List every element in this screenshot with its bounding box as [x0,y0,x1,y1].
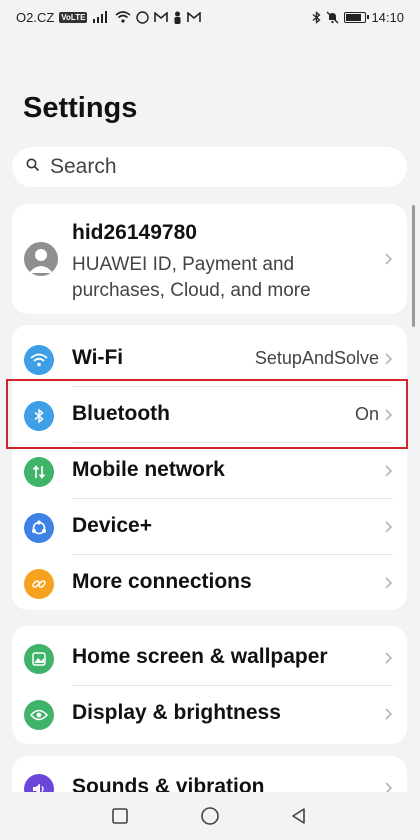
search-icon [26,158,40,177]
gmail-icon [154,11,169,23]
battery-icon [344,11,370,23]
device-plus-icon [24,513,54,543]
carrier-label: O2.CZ [16,9,55,25]
volte-badge: VoLTE [59,11,88,23]
chevron-right-icon [385,253,393,265]
search-bar[interactable] [12,147,407,187]
account-description: HUAWEI ID, Payment and purchases, Cloud,… [72,254,311,301]
wifi-icon [24,345,54,375]
recents-button[interactable] [108,804,132,828]
chevron-right-icon [385,708,393,720]
display-brightness-row[interactable]: Display & brightness [12,686,407,742]
circle-icon [201,807,219,825]
chevron-right-icon [385,465,393,477]
navigation-bar [0,792,420,840]
display-brightness-label: Display & brightness [72,701,281,724]
home-screen-label: Home screen & wallpaper [72,645,328,668]
link-icon [24,569,54,599]
device-plus-row[interactable]: Device+ [12,499,407,555]
square-icon [112,808,128,824]
chevron-right-icon [385,521,393,533]
more-connections-row[interactable]: More connections [12,555,407,610]
clock-label: 14:10 [371,9,404,25]
signal-icon [92,11,110,23]
status-right: 14:10 [312,10,404,25]
chevron-right-icon [385,353,393,365]
account-card[interactable]: hid26149780 HUAWEI ID, Payment and purch… [12,204,407,314]
back-button[interactable] [287,804,311,828]
wallpaper-icon [24,644,54,674]
bluetooth-status-icon [312,10,321,24]
mute-icon [326,11,339,24]
gmail-icon-2 [187,11,202,23]
home-button[interactable] [198,804,222,828]
status-bar: O2.CZ VoLTE 14:10 [0,0,420,34]
person-icon [173,11,182,24]
account-name: hid26149780 [72,221,197,244]
status-left: O2.CZ VoLTE [16,9,202,25]
avatar [24,242,58,276]
connections-card: Wi-Fi SetupAndSolve Bluetooth On Mobile … [12,325,407,610]
chevron-right-icon [385,577,393,589]
wifi-status-icon [115,11,131,23]
more-connections-label: More connections [72,570,252,593]
page-title: Settings [23,92,138,124]
bluetooth-highlight-box [6,379,408,449]
display-card: Home screen & wallpaper Display & bright… [12,626,407,744]
scrollbar[interactable] [412,205,415,327]
search-input[interactable] [48,154,372,180]
battery-fill [346,13,362,21]
mobile-network-label: Mobile network [72,458,225,481]
wifi-value: SetupAndSolve [254,348,379,368]
device-plus-label: Device+ [72,514,152,537]
chevron-right-icon [385,652,393,664]
mobile-network-row[interactable]: Mobile network [12,443,407,499]
back-triangle-icon [292,808,305,824]
whatsapp-icon [136,10,150,24]
mobile-data-icon [24,457,54,487]
home-screen-row[interactable]: Home screen & wallpaper [12,630,407,686]
wifi-label: Wi-Fi [72,346,124,369]
eye-icon [24,700,54,730]
